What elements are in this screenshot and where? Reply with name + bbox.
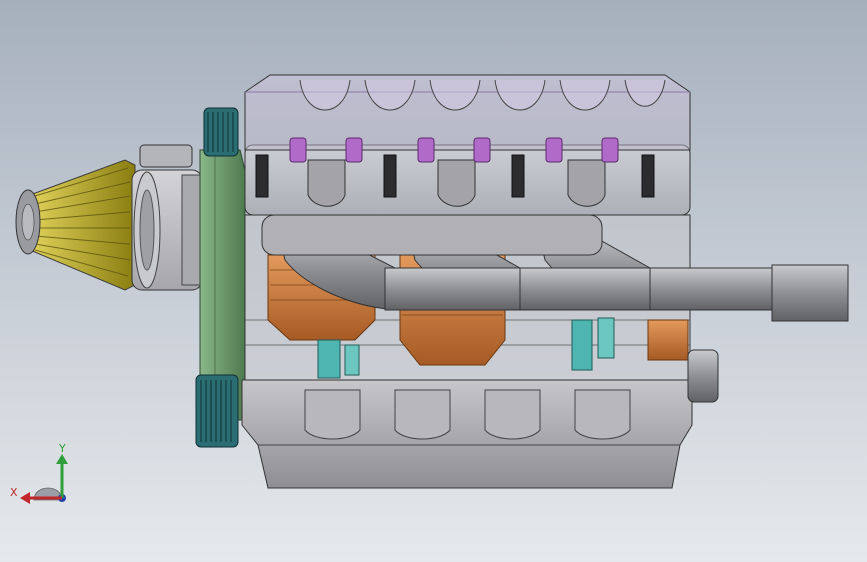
upper-pulley[interactable] bbox=[203, 107, 239, 157]
engine-assembly-model[interactable] bbox=[0, 0, 867, 562]
x-axis-label: X bbox=[10, 486, 18, 499]
crank-pulley[interactable] bbox=[195, 374, 239, 448]
valve-cover[interactable] bbox=[244, 74, 691, 151]
graphics-viewport[interactable]: Y X bbox=[0, 0, 867, 562]
oil-pan[interactable] bbox=[241, 379, 693, 489]
turbo-housing[interactable] bbox=[131, 144, 205, 291]
rear-flange[interactable] bbox=[687, 349, 719, 403]
air-filter[interactable] bbox=[15, 159, 136, 291]
reference-triad: Y X bbox=[10, 442, 68, 504]
y-axis-label: Y bbox=[58, 442, 66, 455]
